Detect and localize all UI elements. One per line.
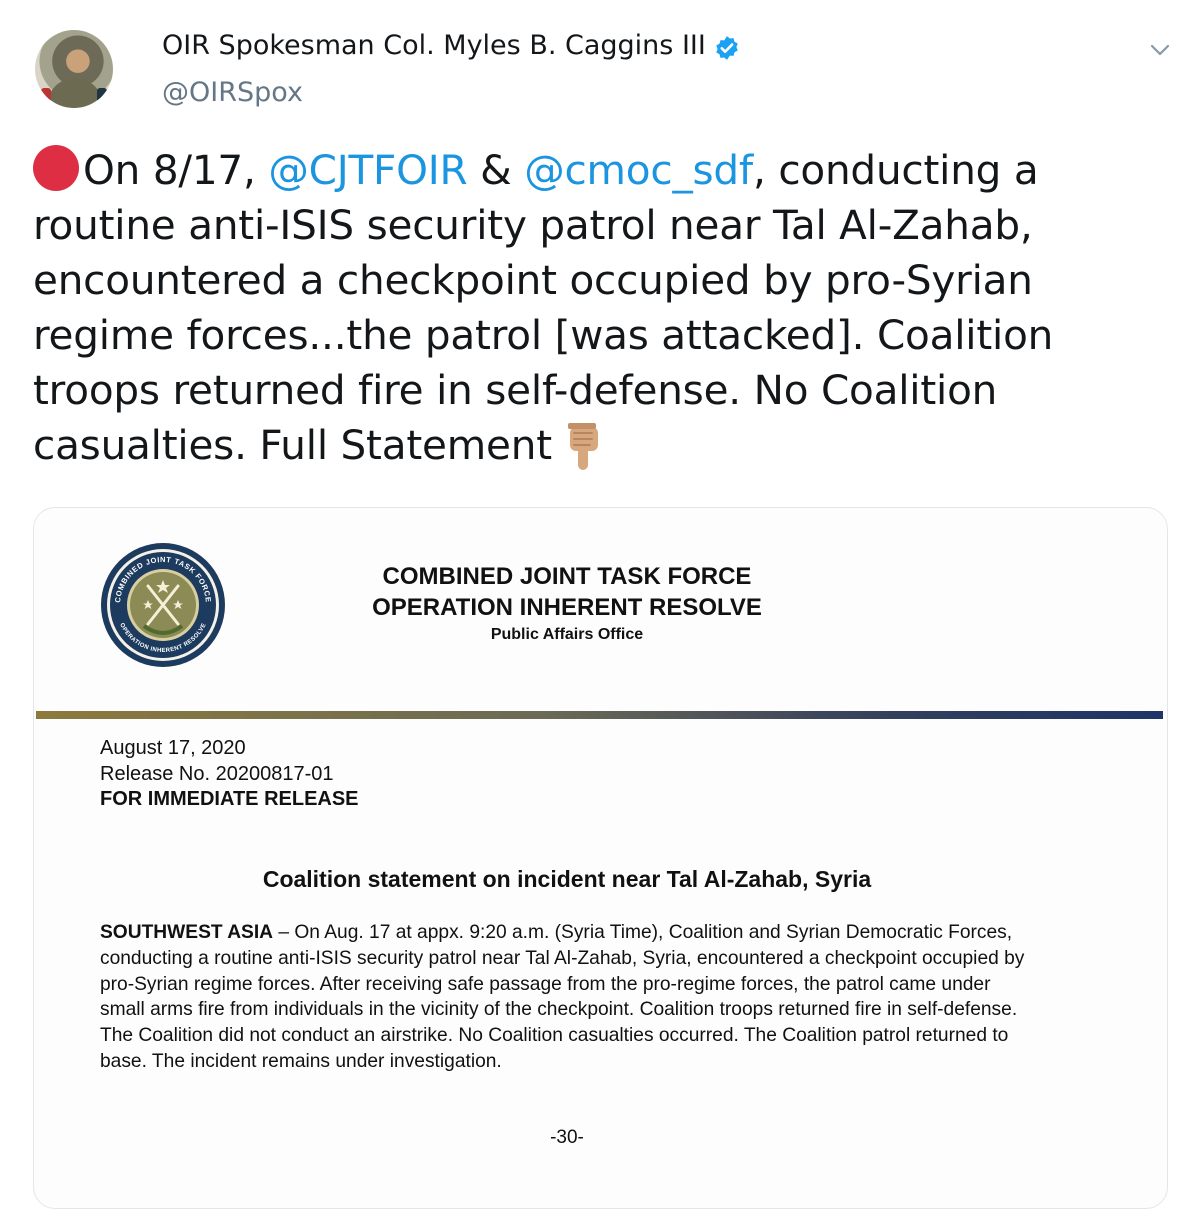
user-handle[interactable]: @OIRSpox — [162, 77, 303, 108]
release-body-text: – On Aug. 17 at appx. 9:20 a.m. (Syria T… — [100, 922, 1025, 1072]
chevron-down-icon[interactable] — [1148, 38, 1172, 62]
document-subtitle: Public Affairs Office — [490, 626, 644, 643]
display-name[interactable]: OIR Spokesman Col. Myles B. Caggins III — [162, 30, 706, 61]
release-type: FOR IMMEDIATE RELEASE — [100, 788, 359, 810]
release-date: August 17, 2020 — [100, 737, 246, 759]
header-divider — [36, 711, 1163, 719]
tweet-text-part: , conducting a routine anti-ISIS securit… — [33, 146, 1054, 469]
microphone-icon — [41, 88, 51, 108]
release-number: Release No. 20200817-01 — [100, 763, 334, 785]
mention-link[interactable]: @cmoc_sdf — [524, 146, 753, 194]
red-circle-icon — [33, 145, 79, 191]
tweet-text: On 8/17, @CJTFOIR & @cmoc_sdf, conductin… — [33, 143, 1173, 473]
press-release-document: COMBINED JOINT TASK FORCE OPERATION INHE… — [34, 508, 1167, 1208]
verified-badge-icon — [716, 36, 738, 60]
mention-link[interactable]: @CJTFOIR — [268, 146, 467, 194]
tweet-text-part: & — [467, 146, 525, 194]
release-headline: Coalition statement on incident near Tal… — [262, 866, 872, 892]
avatar-figure — [47, 78, 103, 108]
dateline: SOUTHWEST ASIA — [100, 922, 274, 943]
avatar[interactable] — [35, 30, 113, 108]
document-title-line2: OPERATION INHERENT RESOLVE — [372, 594, 762, 621]
end-mark: -30- — [550, 1127, 584, 1148]
document-title-line1: COMBINED JOINT TASK FORCE — [382, 563, 752, 590]
tweet-text-part: On 8/17, — [83, 146, 269, 194]
attached-image-card[interactable]: COMBINED JOINT TASK FORCE OPERATION INHE… — [33, 507, 1168, 1209]
release-body: SOUTHWEST ASIA – On Aug. 17 at appx. 9:2… — [100, 920, 1040, 1075]
point-down-icon — [567, 423, 598, 470]
microphone-icon — [97, 88, 107, 108]
